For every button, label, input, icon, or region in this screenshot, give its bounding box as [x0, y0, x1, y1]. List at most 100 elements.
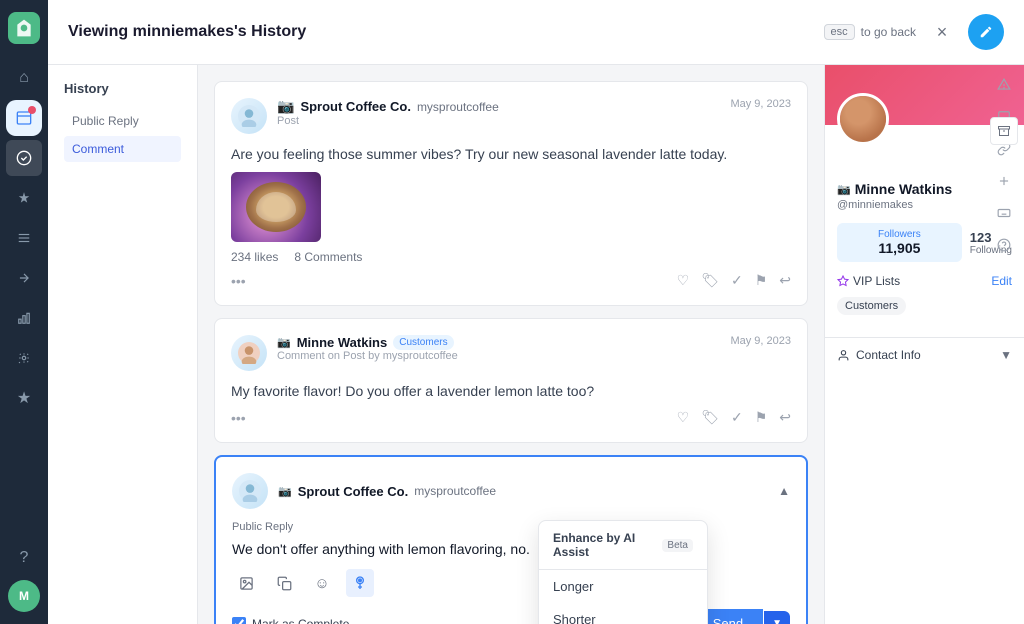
keyboard-icon[interactable] — [990, 199, 1018, 227]
post-card: 📷 Sprout Coffee Co. mysproutcoffee Post … — [214, 81, 808, 306]
reply-handle: mysproutcoffee — [414, 484, 496, 498]
comment-flag-icon[interactable]: ⚑ — [755, 409, 768, 426]
close-button[interactable]: × — [928, 18, 956, 46]
check-icon[interactable]: ✓ — [731, 272, 743, 289]
archive-button[interactable] — [990, 117, 1018, 145]
reply-card-header: 📷 Sprout Coffee Co. mysproutcoffee ▲ — [232, 473, 790, 509]
pin-icon[interactable] — [6, 180, 42, 216]
comment-subtext: Comment on Post by mysproutcoffee — [277, 350, 720, 362]
page-header: Viewing minniemakes's History esc to go … — [48, 0, 1024, 65]
post-text: Are you feeling those summer vibes? Try … — [231, 146, 791, 162]
comment-reply-icon[interactable]: ↩ — [779, 409, 791, 426]
home-icon[interactable]: ⌂ — [6, 60, 42, 96]
post-image — [231, 172, 321, 242]
copy-tool[interactable] — [270, 569, 298, 597]
customer-badge: Customers — [393, 335, 453, 350]
comment-tag-icon[interactable]: 🏷 — [701, 409, 719, 426]
page-title: Viewing minniemakes's History — [68, 23, 306, 41]
ai-enhance-title: Enhance by AI Assist — [553, 531, 656, 559]
image-tool[interactable] — [232, 569, 260, 597]
post-actions: ••• ♡ 🏷 ✓ ⚑ ↩ — [231, 272, 791, 289]
followers-count: 11,905 — [847, 240, 952, 256]
post-comments: 8 Comments — [294, 250, 362, 264]
post-stats: 234 likes 8 Comments — [231, 250, 791, 264]
list-icon[interactable] — [6, 220, 42, 256]
post-meta: 📷 Sprout Coffee Co. mysproutcoffee Post — [277, 98, 720, 127]
add-icon[interactable] — [990, 167, 1018, 195]
analytics-icon[interactable] — [6, 300, 42, 336]
profile-handle: @minniemakes — [837, 199, 1012, 211]
help-circle-icon[interactable] — [990, 231, 1018, 259]
reply-card: 📷 Sprout Coffee Co. mysproutcoffee ▲ Pub… — [214, 455, 808, 624]
smart-inbox-icon[interactable] — [6, 140, 42, 176]
instagram-icon-small: 📷 — [277, 336, 291, 349]
app-logo[interactable] — [8, 12, 40, 44]
collapse-icon[interactable]: ▲ — [778, 484, 790, 498]
profile-name: 📷 Minne Watkins — [837, 181, 1012, 197]
mark-complete-checkbox[interactable] — [232, 617, 246, 624]
user-avatar[interactable]: M — [8, 580, 40, 612]
history-panel: History Public Reply Comment — [48, 65, 198, 624]
right-profile-panel: 📷 Minne Watkins @minniemakes Followers 1… — [824, 65, 1024, 624]
ai-option-longer[interactable]: Longer — [539, 570, 707, 603]
compose-icon[interactable] — [6, 260, 42, 296]
page-body: History Public Reply Comment — [48, 65, 1024, 624]
comment-check-icon[interactable]: ✓ — [731, 409, 743, 426]
reply-meta: 📷 Sprout Coffee Co. mysproutcoffee — [278, 484, 768, 499]
esc-key: esc — [824, 24, 855, 40]
comment-text: My favorite flavor! Do you offer a laven… — [231, 383, 791, 399]
emoji-tool[interactable]: ☺ — [308, 569, 336, 597]
main-content: Viewing minniemakes's History esc to go … — [48, 0, 1024, 624]
post-likes: 234 likes — [231, 250, 278, 264]
vip-tag: Customers — [837, 297, 906, 315]
profile-avatar — [837, 93, 889, 145]
contact-info-row[interactable]: Contact Info ▼ — [825, 337, 1024, 372]
post-date: May 9, 2023 — [730, 98, 791, 110]
reply-author-avatar — [232, 473, 268, 509]
comment-author-avatar — [231, 335, 267, 371]
ai-beta-badge: Beta — [662, 539, 693, 552]
ai-option-shorter[interactable]: Shorter — [539, 603, 707, 624]
followers-box: Followers 11,905 — [837, 223, 962, 262]
vip-row: VIP Lists Edit — [837, 274, 1012, 288]
profile-instagram-icon: 📷 — [837, 183, 851, 196]
more-actions-icon[interactable]: ••• — [231, 273, 246, 289]
tools-icon[interactable] — [6, 340, 42, 376]
flag-icon[interactable]: ⚑ — [755, 272, 768, 289]
tag-icon[interactable]: 🏷 — [701, 272, 719, 289]
like-icon[interactable]: ♡ — [677, 272, 690, 289]
reply-author-row: 📷 Sprout Coffee Co. mysproutcoffee — [278, 484, 768, 499]
star-icon[interactable]: ★ — [6, 380, 42, 416]
followers-row: Followers 11,905 123 Following — [837, 223, 1012, 262]
comment-author-name: Minne Watkins — [297, 335, 388, 350]
vip-edit-link[interactable]: Edit — [991, 274, 1012, 288]
instagram-icon: 📷 — [277, 98, 294, 115]
ai-enhance-dropdown: Enhance by AI Assist Beta Longer Shorter… — [538, 520, 708, 624]
history-item-public-reply[interactable]: Public Reply — [64, 108, 181, 134]
comment-author-row: 📷 Minne Watkins Customers — [277, 335, 720, 350]
history-item-comment[interactable]: Comment — [64, 136, 181, 162]
ai-assist-tool[interactable] — [346, 569, 374, 597]
right-panel-icon-bar — [990, 71, 1018, 259]
edit-button[interactable] — [968, 14, 1004, 50]
comment-actions: ••• ♡ 🏷 ✓ ⚑ ↩ — [231, 409, 791, 426]
inbox-icon[interactable] — [6, 100, 42, 136]
mark-complete-label[interactable]: Mark as Complete — [232, 617, 349, 624]
latte-art-image — [246, 182, 306, 232]
vip-label: VIP Lists — [837, 274, 900, 288]
send-dropdown-button[interactable]: ▼ — [764, 611, 790, 624]
header-actions: esc to go back × — [824, 14, 1005, 50]
post-type: Post — [277, 115, 720, 127]
reply-author-name: Sprout Coffee Co. — [298, 484, 409, 499]
profile-banner-section — [825, 65, 1024, 125]
post-author-row: 📷 Sprout Coffee Co. mysproutcoffee — [277, 98, 720, 115]
comment-like-icon[interactable]: ♡ — [677, 409, 690, 426]
alert-icon[interactable] — [990, 71, 1018, 99]
followers-label: Followers — [847, 229, 952, 240]
reply-instagram-icon: 📷 — [278, 485, 292, 498]
help-icon[interactable]: ? — [6, 540, 42, 576]
post-author-avatar — [231, 98, 267, 134]
comment-more-icon[interactable]: ••• — [231, 410, 246, 426]
esc-hint: esc to go back — [824, 24, 917, 40]
share-icon[interactable]: ↩ — [779, 272, 791, 289]
